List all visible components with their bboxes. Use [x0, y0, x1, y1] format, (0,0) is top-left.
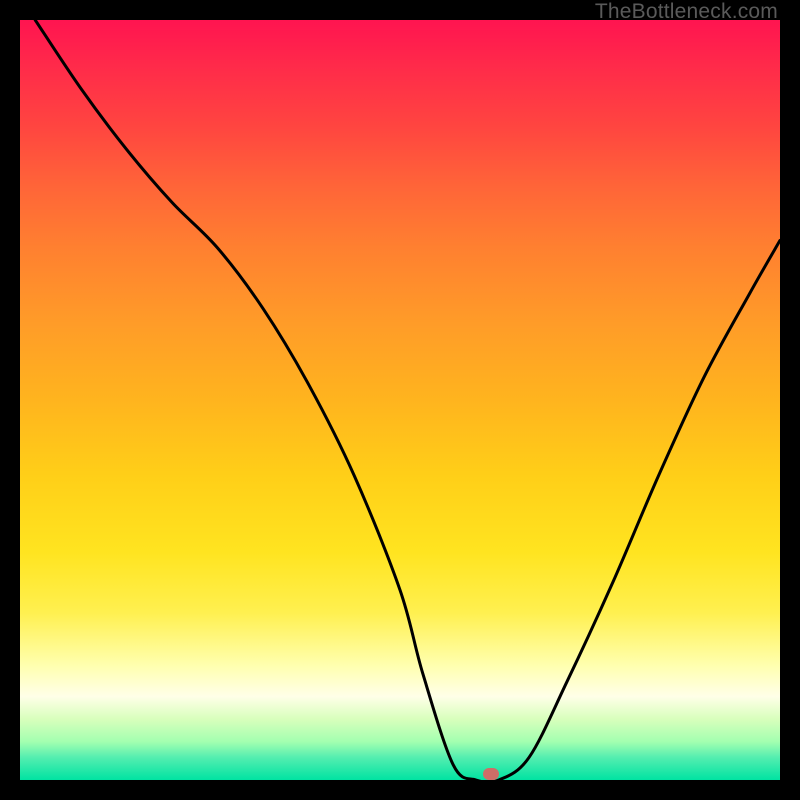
- plot-area: [20, 20, 780, 780]
- gradient-background: [20, 20, 780, 780]
- watermark-text: TheBottleneck.com: [595, 0, 778, 24]
- chart-frame: [20, 20, 780, 780]
